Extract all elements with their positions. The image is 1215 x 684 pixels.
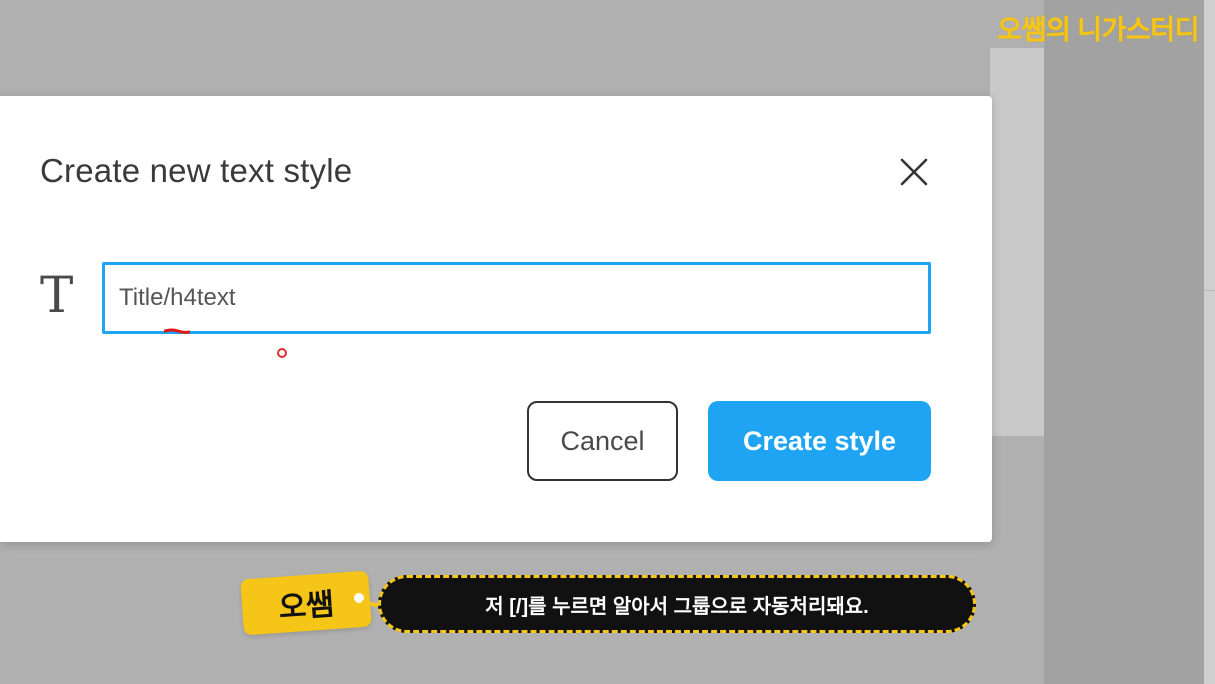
background-divider bbox=[1204, 290, 1215, 291]
subtitle-caption: 저 [/]를 누르면 알아서 그룹으로 자동처리돼요. bbox=[378, 575, 976, 633]
create-style-button[interactable]: Create style bbox=[708, 401, 931, 481]
style-name-input[interactable] bbox=[102, 262, 931, 334]
speaker-label: 오쌤 bbox=[277, 588, 335, 625]
speaker-tag: 오쌤 bbox=[240, 570, 372, 636]
dialog-title: Create new text style bbox=[40, 152, 353, 189]
cursor-indicator bbox=[277, 348, 287, 358]
background-panel bbox=[990, 48, 1044, 436]
close-button[interactable] bbox=[894, 152, 934, 192]
close-icon bbox=[900, 158, 928, 186]
text-type-icon: T bbox=[40, 266, 74, 324]
create-text-style-dialog: Create new text style T Cancel Create st… bbox=[0, 96, 992, 542]
caption-text: 저 [/]를 누르면 알아서 그룹으로 자동처리돼요. bbox=[485, 595, 869, 618]
background-scroll-edge bbox=[1204, 0, 1215, 684]
cancel-button[interactable]: Cancel bbox=[527, 401, 678, 481]
background-canvas-area bbox=[1044, 0, 1204, 684]
channel-watermark: 오쌤의 니가스터디 bbox=[997, 15, 1199, 45]
